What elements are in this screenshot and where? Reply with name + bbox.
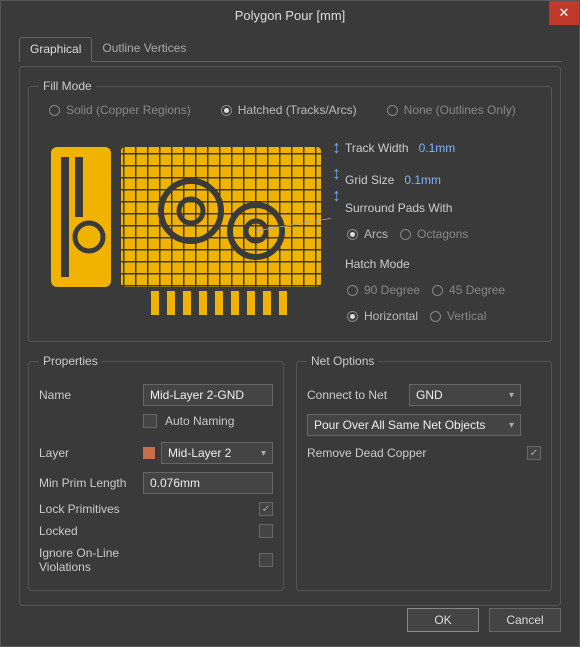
- min-prim-length-label: Min Prim Length: [39, 476, 135, 490]
- pour-over-select[interactable]: Pour Over All Same Net Objects: [307, 414, 521, 436]
- ignore-violations-label: Ignore On-Line Violations: [39, 546, 135, 574]
- radio-icon: [347, 311, 358, 322]
- fill-mode-none[interactable]: None (Outlines Only): [387, 103, 516, 117]
- surround-pads-label: Surround Pads With: [345, 201, 541, 215]
- close-icon: ✕: [559, 0, 570, 28]
- layer-select[interactable]: Mid-Layer 2: [161, 442, 273, 464]
- connect-to-net-label: Connect to Net: [307, 388, 401, 402]
- hatch-horizontal-label: Horizontal: [364, 309, 418, 323]
- layer-select-value: Mid-Layer 2: [168, 446, 231, 460]
- fill-mode-hatched[interactable]: Hatched (Tracks/Arcs): [221, 103, 357, 117]
- surround-arcs-label: Arcs: [364, 227, 388, 241]
- surround-arcs[interactable]: Arcs: [347, 227, 388, 241]
- ignore-violations-checkbox[interactable]: [259, 553, 273, 567]
- radio-icon: [400, 229, 411, 240]
- tab-panel-graphical: Fill Mode Solid (Copper Regions) Hatched…: [19, 66, 561, 606]
- close-button[interactable]: ✕: [549, 1, 579, 25]
- name-input[interactable]: [143, 384, 273, 406]
- fill-mode-group: Fill Mode Solid (Copper Regions) Hatched…: [28, 79, 552, 342]
- window-title: Polygon Pour [mm]: [235, 8, 346, 23]
- lock-primitives-checkbox[interactable]: [259, 502, 273, 516]
- lock-primitives-label: Lock Primitives: [39, 502, 135, 516]
- hatch-90[interactable]: 90 Degree: [347, 283, 420, 297]
- locked-label: Locked: [39, 524, 135, 538]
- hatch-mode-label: Hatch Mode: [345, 257, 541, 271]
- ok-button[interactable]: OK: [407, 608, 479, 632]
- hatch-90-label: 90 Degree: [364, 283, 420, 297]
- remove-dead-copper-label: Remove Dead Copper: [307, 446, 426, 460]
- radio-icon: [387, 105, 398, 116]
- track-width-label: Track Width: [345, 141, 409, 155]
- dimension-marker-icon: ↕: [332, 185, 341, 206]
- surround-octagons-label: Octagons: [417, 227, 468, 241]
- fill-mode-none-label: None (Outlines Only): [404, 103, 516, 117]
- auto-naming-checkbox[interactable]: [143, 414, 157, 428]
- hatch-45[interactable]: 45 Degree: [432, 283, 505, 297]
- track-width-value[interactable]: 0.1mm: [419, 141, 456, 155]
- connect-to-net-value: GND: [416, 388, 443, 402]
- locked-checkbox[interactable]: [259, 524, 273, 538]
- hatch-horizontal[interactable]: Horizontal: [347, 309, 418, 323]
- grid-size-label: Grid Size: [345, 173, 394, 187]
- properties-legend: Properties: [39, 354, 102, 368]
- radio-icon: [347, 229, 358, 240]
- name-label: Name: [39, 388, 135, 402]
- titlebar: Polygon Pour [mm] ✕: [1, 1, 579, 31]
- pour-preview-image: ↕ ↕ ↕: [51, 141, 331, 321]
- cancel-button[interactable]: Cancel: [489, 608, 561, 632]
- radio-icon: [432, 285, 443, 296]
- fill-mode-solid-label: Solid (Copper Regions): [66, 103, 191, 117]
- fill-mode-legend: Fill Mode: [39, 79, 96, 93]
- dimension-marker-icon: ↕: [332, 137, 341, 158]
- radio-icon: [221, 105, 232, 116]
- tab-outline-vertices[interactable]: Outline Vertices: [92, 37, 196, 61]
- hatch-vertical-label: Vertical: [447, 309, 486, 323]
- fill-mode-hatched-label: Hatched (Tracks/Arcs): [238, 103, 357, 117]
- layer-label: Layer: [39, 446, 135, 460]
- net-options-legend: Net Options: [307, 354, 378, 368]
- dialog-window: Polygon Pour [mm] ✕ Graphical Outline Ve…: [0, 0, 580, 647]
- fill-mode-solid[interactable]: Solid (Copper Regions): [49, 103, 191, 117]
- connect-to-net-select[interactable]: GND: [409, 384, 521, 406]
- hatch-45-label: 45 Degree: [449, 283, 505, 297]
- remove-dead-copper-checkbox[interactable]: [527, 446, 541, 460]
- min-prim-length-input[interactable]: [143, 472, 273, 494]
- tab-graphical[interactable]: Graphical: [19, 37, 92, 62]
- net-options-group: Net Options Connect to Net GND Pour Over…: [296, 354, 552, 591]
- layer-color-swatch: [143, 447, 155, 459]
- hatch-vertical[interactable]: Vertical: [430, 309, 486, 323]
- dimension-marker-icon: ↕: [332, 163, 341, 184]
- properties-group: Properties Name Auto Naming Layer Mid-La…: [28, 354, 284, 591]
- surround-octagons[interactable]: Octagons: [400, 227, 468, 241]
- grid-size-value[interactable]: 0.1mm: [404, 173, 441, 187]
- radio-icon: [430, 311, 441, 322]
- auto-naming-label: Auto Naming: [165, 414, 234, 428]
- radio-icon: [347, 285, 358, 296]
- pour-over-value: Pour Over All Same Net Objects: [314, 418, 485, 432]
- tab-bar: Graphical Outline Vertices: [19, 37, 561, 62]
- radio-icon: [49, 105, 60, 116]
